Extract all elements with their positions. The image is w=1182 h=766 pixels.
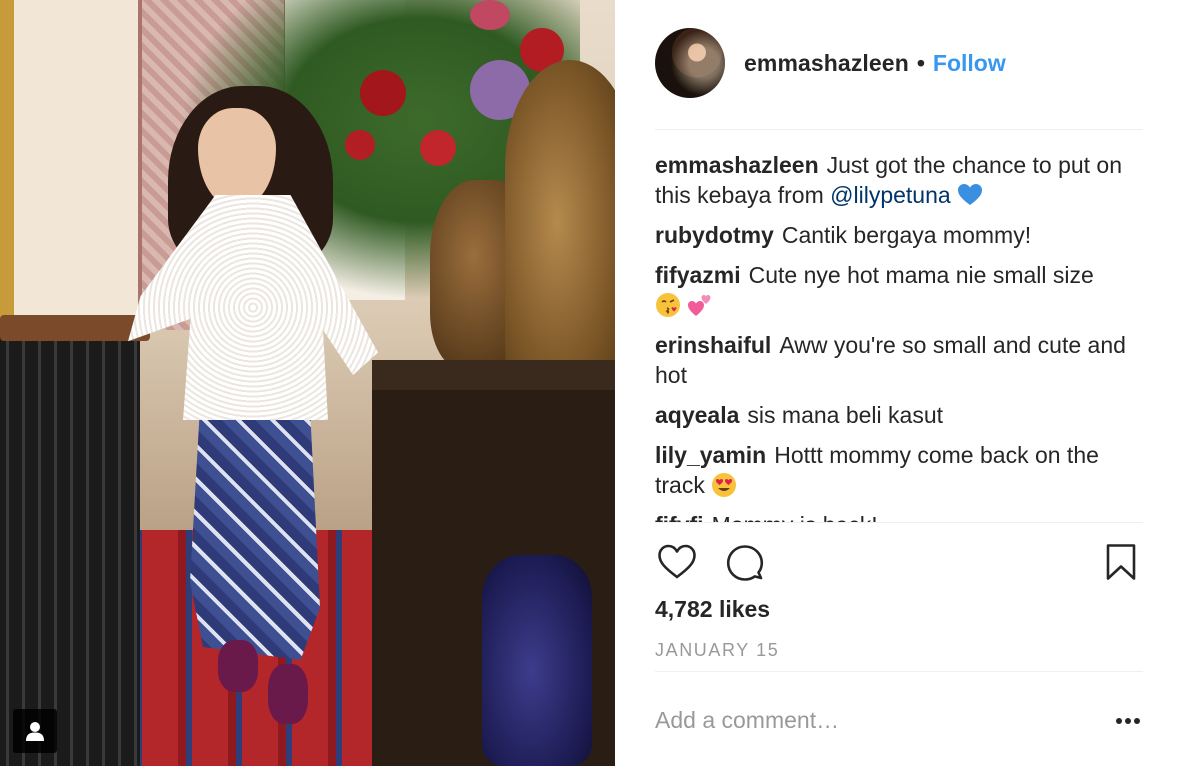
comment-username[interactable]: erinshaiful (655, 332, 771, 358)
comment-username[interactable]: fifyfi (655, 512, 704, 522)
two-hearts-icon (688, 295, 711, 316)
add-comment-input[interactable] (655, 700, 1095, 740)
comment-text: Cantik bergaya mommy! (781, 222, 1032, 248)
comment-username[interactable]: lily_yamin (655, 442, 766, 468)
save-button[interactable] (1099, 540, 1143, 584)
comment-icon (726, 545, 764, 581)
comment-item: fifyfi Mommy is back! (655, 510, 1143, 522)
photo-handrail (0, 315, 150, 341)
photo-flower (470, 0, 510, 30)
owner-username[interactable]: emmashazleen (744, 50, 909, 77)
comment-button[interactable] (723, 540, 767, 584)
footer-divider (655, 671, 1143, 672)
photo-person-skirt (190, 400, 320, 660)
bookmark-icon (1106, 544, 1136, 580)
user-tag-button[interactable] (13, 709, 57, 753)
owner-row: emmashazleen • Follow (655, 28, 1006, 98)
photo-railing (0, 330, 140, 766)
post-header: emmashazleen • Follow (655, 28, 1143, 128)
photo-person-shoe (218, 640, 258, 692)
comment-username[interactable]: fifyazmi (655, 262, 741, 288)
avatar[interactable] (655, 28, 725, 98)
post-date[interactable]: JANUARY 15 (655, 640, 779, 661)
comment-username[interactable]: aqyeala (655, 402, 739, 428)
comment-item: emmashazleen Just got the chance to put o… (655, 150, 1143, 210)
comment-item: lily_yamin Hottt mommy come back on the t… (655, 440, 1143, 500)
comment-item: fifyazmi Cute nye hot mama nie small size (655, 260, 1143, 320)
likes-count[interactable]: 4,782 likes (655, 596, 770, 623)
comment-text: Mommy is back! (712, 512, 878, 522)
user-tag-icon (26, 722, 44, 741)
more-options-button[interactable] (1111, 706, 1145, 736)
post-photo[interactable] (0, 0, 615, 766)
comment-item: rubydotmy Cantik bergaya mommy! (655, 220, 1143, 250)
photo-person-shoe (268, 664, 308, 724)
action-bar (655, 540, 1143, 584)
comments-divider (655, 522, 1143, 523)
like-button[interactable] (655, 540, 699, 584)
kissing-face-icon (656, 293, 680, 317)
heart-eyes-icon (712, 473, 737, 497)
comment-username[interactable]: rubydotmy (655, 222, 774, 248)
photo-flower (420, 130, 456, 166)
mention-link[interactable]: @lilypetuna (830, 182, 951, 208)
heart-icon (658, 544, 696, 579)
comment-text: Cute nye hot mama nie small size (748, 262, 1094, 288)
comment-text: sis mana beli kasut (747, 402, 943, 428)
photo-flower (345, 130, 375, 160)
blue-heart-icon (958, 184, 983, 205)
header-divider (655, 129, 1143, 130)
header-separator: • (916, 49, 925, 76)
follow-button[interactable]: Follow (933, 50, 1006, 77)
comments-list[interactable]: emmashazleen Just got the chance to put o… (655, 150, 1143, 522)
post-details-pane: emmashazleen • Follow emmashazleen Just g… (615, 0, 1182, 766)
comment-username[interactable]: emmashazleen (655, 152, 819, 178)
photo-vase (482, 555, 592, 766)
comment-item: aqyeala sis mana beli kasut (655, 400, 1143, 430)
photo-flower (360, 70, 406, 116)
more-icon (1116, 718, 1140, 724)
comment-item: erinshaiful Aww you're so small and cute … (655, 330, 1143, 390)
